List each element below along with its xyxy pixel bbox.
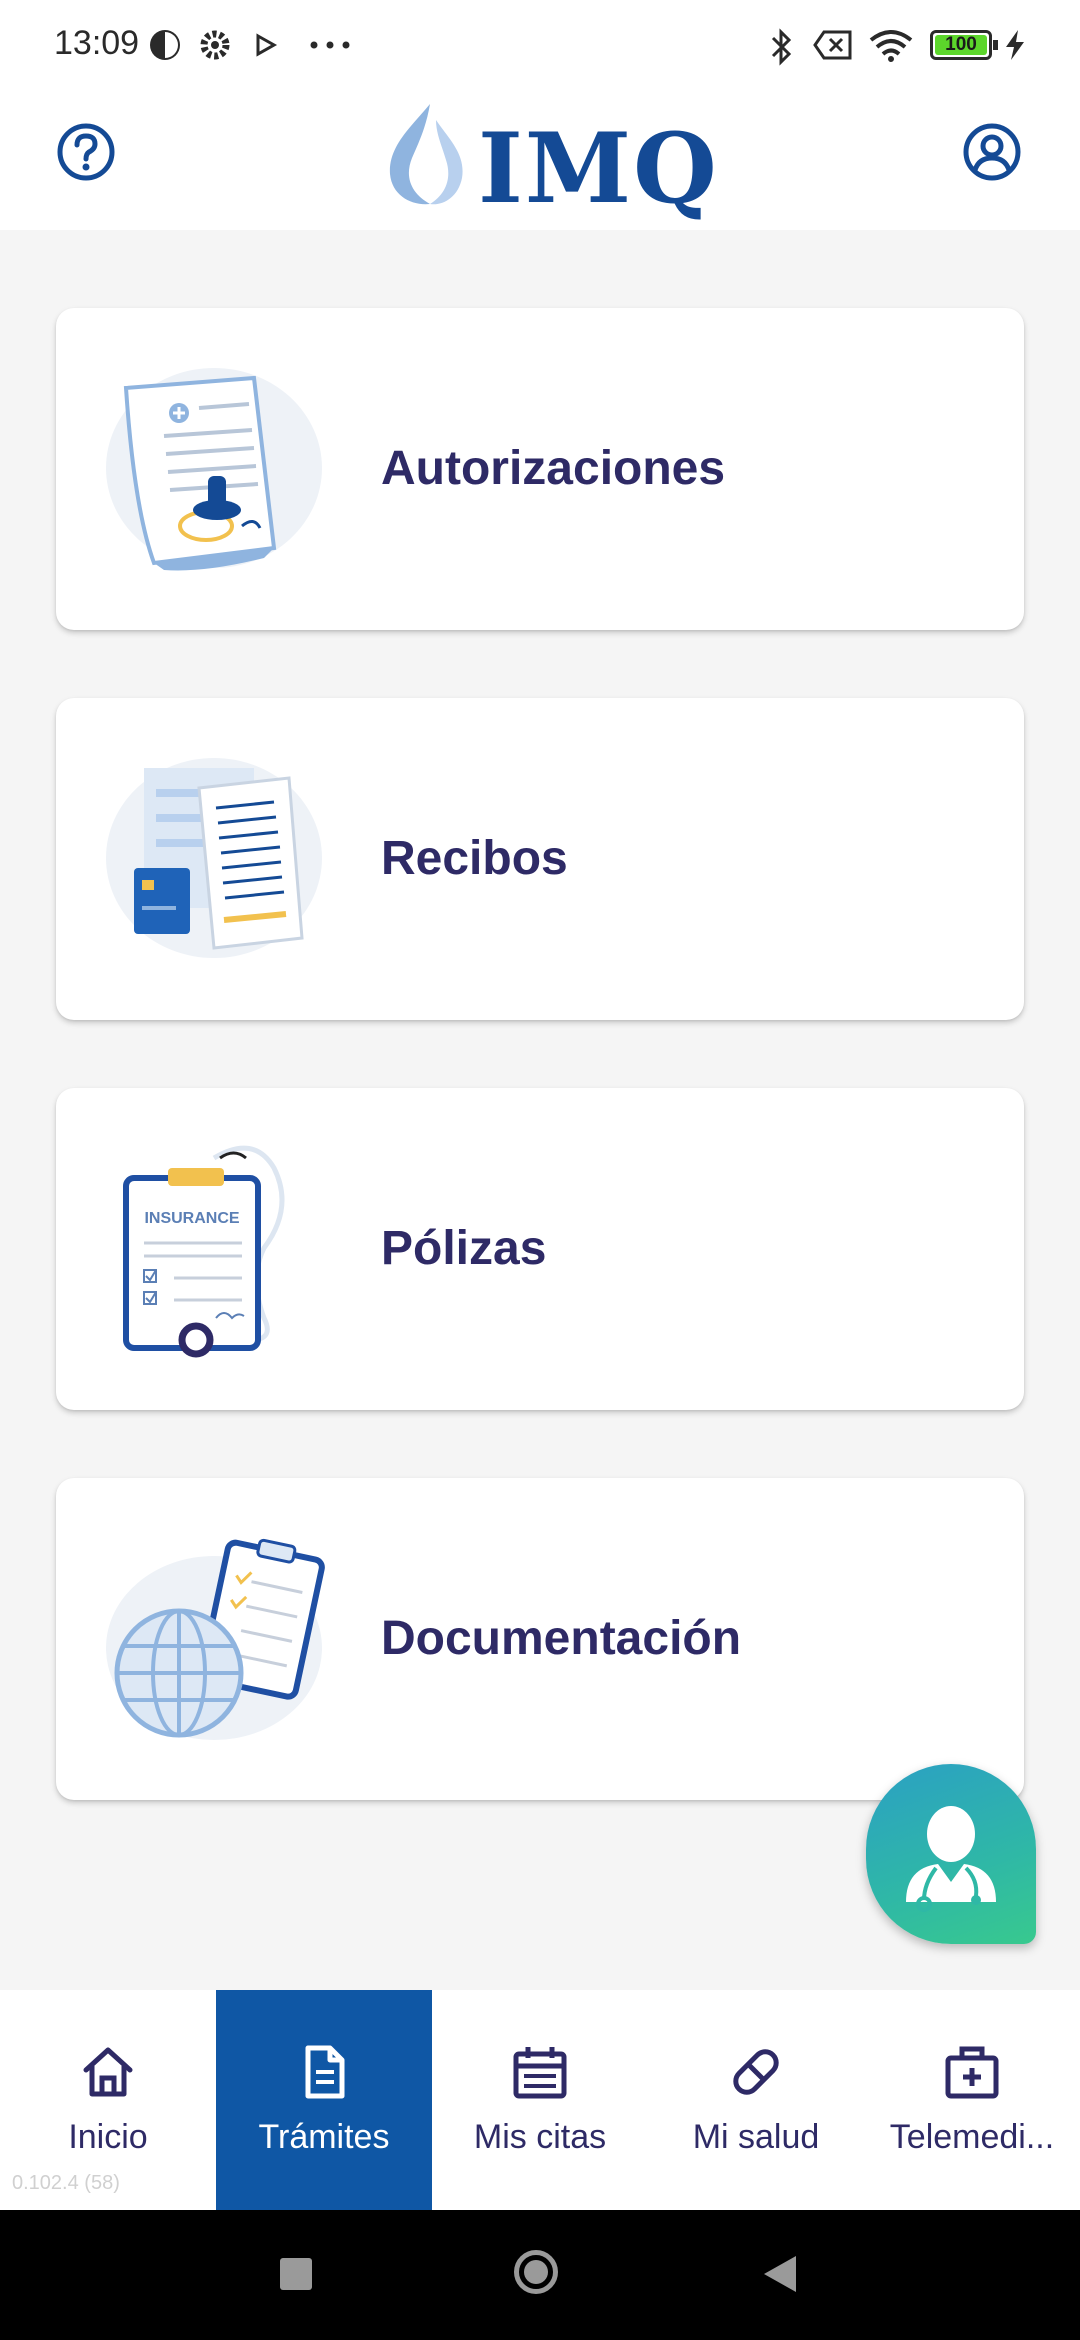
nav-label: Mi salud [692,2118,820,2156]
app-header: IMQ [0,92,1080,230]
card-label: Recibos [381,832,568,885]
card-autorizaciones[interactable]: Autorizaciones [56,308,1024,630]
wifi-icon [869,30,913,62]
doctor-icon [906,1806,996,1912]
battery-level: 100 [945,34,977,55]
more-dots-icon [310,41,350,49]
app-version: 0.102.4 (58) [12,2172,120,2194]
status-time: 13:09 [54,24,140,62]
card-label: Autorizaciones [381,442,726,495]
card-label: Pólizas [381,1222,547,1275]
card-label: Documentación [381,1612,742,1665]
authorization-document-stamp-icon [106,368,322,571]
nav-item-tramites[interactable]: Trámites [216,1990,432,2210]
user-circle-icon[interactable] [962,122,1022,182]
globe-clipboard-icon [106,1538,325,1740]
card-documentacion[interactable]: Documentación [56,1478,1024,1800]
bottom-navigation: Inicio Trámites Mis citas Mi salud Telem… [0,1990,1080,2210]
nav-item-mis-citas[interactable]: Mis citas [432,1990,648,2210]
nav-label: Inicio [68,2118,148,2156]
nav-label: Telemedi... [889,2118,1055,2156]
settings-icon [200,30,230,60]
play-store-icon [256,33,278,57]
no-sim-icon [813,30,852,60]
nav-item-telemedicina[interactable]: Telemedi... [864,1990,1080,2210]
card-polizas[interactable]: INSURANCE Pólizas [56,1088,1024,1410]
home-button[interactable] [514,2250,558,2294]
calendar-icon [513,2047,567,2099]
pill-icon [733,2049,779,2095]
nav-item-mi-salud[interactable]: Mi salud [648,1990,864,2210]
insurance-label: INSURANCE [144,1210,239,1227]
help-circle-icon[interactable] [56,122,116,182]
document-icon [305,2045,345,2099]
battery-icon: 100 [930,30,998,60]
nav-label: Mis citas [473,2118,607,2156]
back-button[interactable] [762,2254,798,2294]
flame-logo-icon [389,104,463,205]
status-bar: 13:09 100 [0,0,1080,92]
charging-icon [1006,30,1024,60]
logo-text: IMQ [478,112,719,225]
nav-label: Trámites [258,2118,390,2156]
app-logo: IMQ [382,98,717,225]
telemedicine-doctor-fab[interactable] [866,1764,1036,1944]
data-saver-icon [150,30,180,60]
insurance-clipboard-icon: INSURANCE [123,1145,285,1358]
bluetooth-icon [771,28,792,66]
medical-kit-icon [945,2046,999,2099]
home-icon [83,2047,133,2097]
recent-apps-button[interactable] [280,2258,312,2290]
card-recibos[interactable]: Recibos [56,698,1024,1020]
system-navigation-bar [0,2210,1080,2340]
receipts-card-icon [106,758,322,958]
